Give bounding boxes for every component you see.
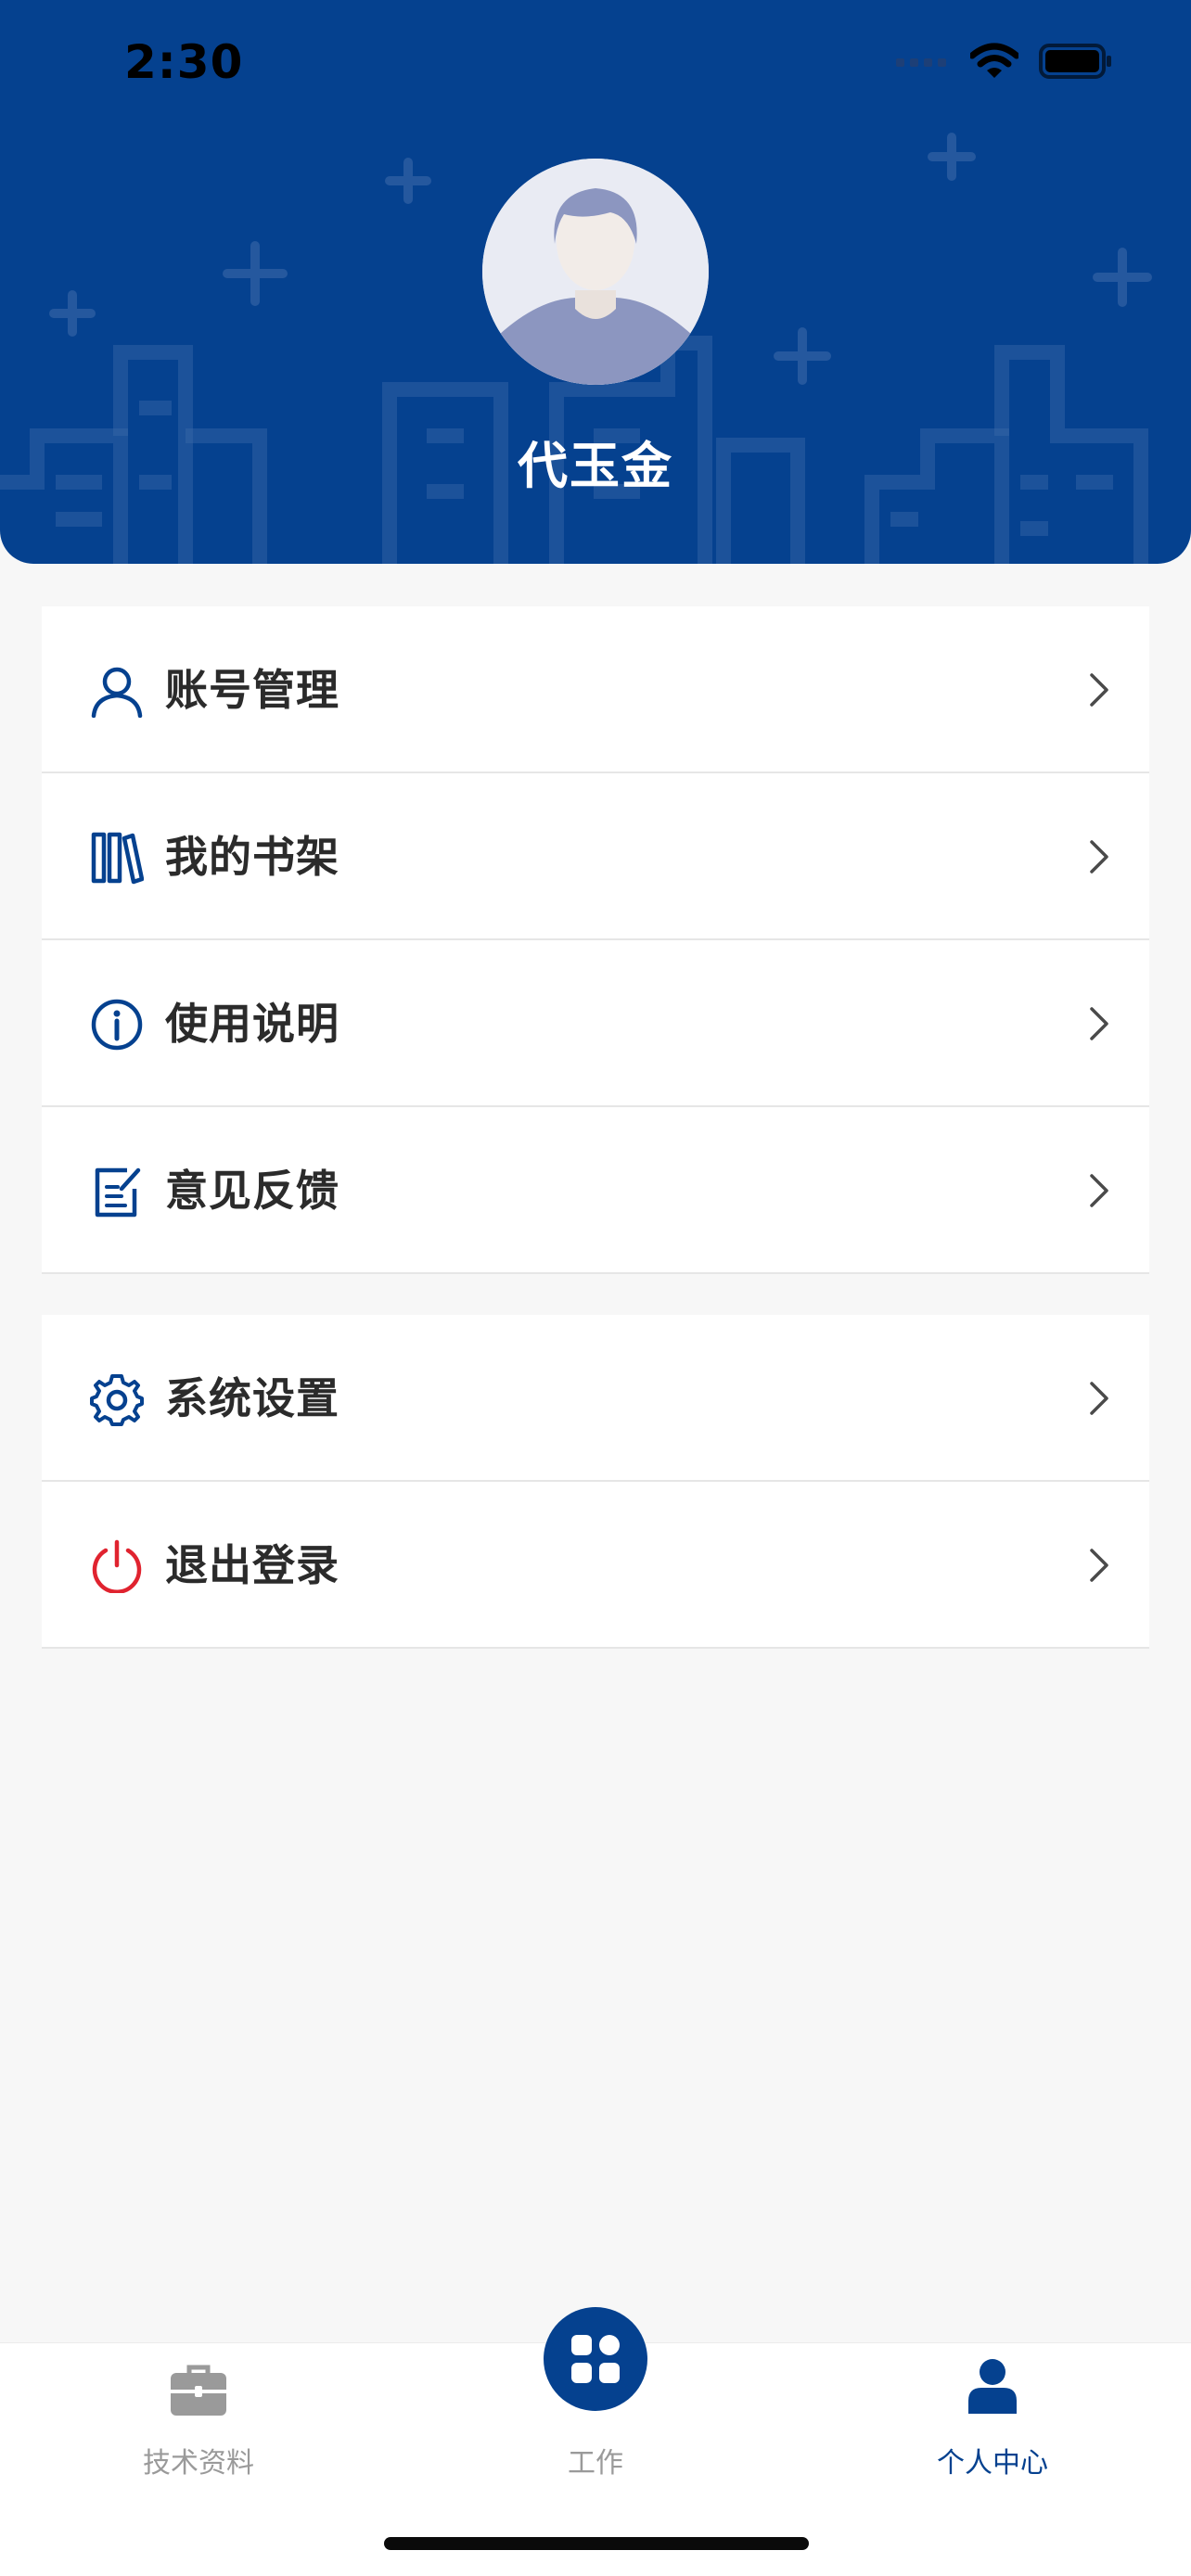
menu-item-logout[interactable]: 退出登录 — [42, 1482, 1149, 1649]
menu-item-settings[interactable]: 系统设置 — [42, 1315, 1149, 1482]
menu-label: 意见反馈 — [165, 1166, 339, 1216]
menu-label: 我的书架 — [165, 832, 339, 882]
menu-group-secondary: 系统设置 退出登录 — [42, 1315, 1149, 1649]
chevron-right-icon — [1090, 1549, 1108, 1582]
info-icon — [91, 999, 143, 1051]
grid-apps-icon — [571, 2335, 620, 2383]
tab-tech-docs[interactable]: 技术资料 — [59, 2343, 338, 2492]
menu-item-account[interactable]: 账号管理 — [42, 606, 1149, 773]
user-name: 代玉金 — [518, 437, 673, 495]
feedback-edit-icon — [95, 1167, 141, 1218]
user-icon — [91, 667, 143, 718]
gear-icon — [90, 1374, 144, 1426]
tab-label: 工作 — [568, 2447, 623, 2480]
chevron-right-icon — [1090, 1007, 1108, 1040]
chevron-right-icon — [1090, 840, 1108, 874]
person-icon — [968, 2359, 1017, 2414]
menu-group-primary: 账号管理 我的书架 使用说明 意见反馈 — [42, 606, 1149, 1274]
menu-label: 退出登录 — [165, 1540, 339, 1590]
menu-item-bookshelf[interactable]: 我的书架 — [42, 773, 1149, 940]
tab-label: 技术资料 — [143, 2447, 254, 2480]
avatar[interactable] — [482, 159, 709, 385]
tab-label: 个人中心 — [937, 2447, 1048, 2480]
menu-item-instructions[interactable]: 使用说明 — [42, 940, 1149, 1107]
profile-header: 2:30 代玉金 — [0, 0, 1191, 564]
menu-item-feedback[interactable]: 意见反馈 — [42, 1107, 1149, 1274]
chevron-right-icon — [1090, 1174, 1108, 1207]
bookshelf-icon — [91, 832, 144, 885]
power-icon — [92, 1539, 142, 1593]
chevron-right-icon — [1090, 1382, 1108, 1415]
home-indicator[interactable] — [384, 2537, 809, 2550]
chevron-right-icon — [1090, 673, 1108, 707]
cellular-signal-icon — [896, 58, 946, 67]
menu-label: 使用说明 — [165, 999, 339, 1049]
briefcase-icon — [171, 2365, 226, 2416]
menu-label: 账号管理 — [165, 665, 339, 715]
wifi-icon — [970, 43, 1018, 78]
tab-personal-center[interactable]: 个人中心 — [853, 2343, 1132, 2492]
status-time: 2:30 — [124, 35, 244, 89]
status-icons — [896, 43, 1113, 80]
work-center-button[interactable] — [544, 2307, 647, 2411]
profile-page: 2:30 代玉金 账号管理 我的书架 使用说明 意见反馈 系统设置 退出登录 技… — [0, 0, 1191, 2576]
menu-label: 系统设置 — [165, 1373, 339, 1423]
default-avatar-icon — [482, 159, 709, 385]
battery-icon — [1039, 44, 1111, 79]
